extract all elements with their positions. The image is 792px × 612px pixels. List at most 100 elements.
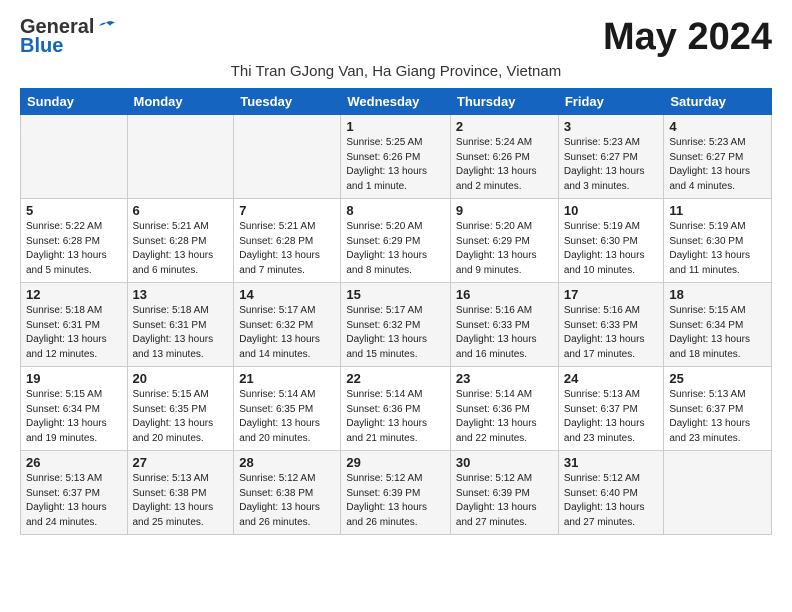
day-number: 6 [133, 203, 229, 218]
calendar-cell: 27 Sunrise: 5:13 AM Sunset: 6:38 PM Dayli… [127, 451, 234, 535]
calendar-cell: 4 Sunrise: 5:23 AM Sunset: 6:27 PM Daylig… [664, 115, 772, 199]
day-number: 27 [133, 455, 229, 470]
day-number: 1 [346, 119, 445, 134]
calendar-cell: 8Sunrise: 5:20 AM Sunset: 6:29 PM Daylig… [341, 199, 451, 283]
day-number: 17 [564, 287, 659, 302]
header-monday: Monday [127, 89, 234, 115]
day-info: Sunrise: 5:14 AM Sunset: 6:35 PM Dayligh… [239, 388, 335, 446]
day-info: Sunrise: 5:18 AM Sunset: 6:31 PM Dayligh… [26, 304, 122, 362]
day-number: 20 [133, 371, 229, 386]
week-row-5: 26 Sunrise: 5:13 AM Sunset: 6:37 PM Dayli… [21, 451, 772, 535]
calendar-cell: 23 Sunrise: 5:14 AM Sunset: 6:36 PM Dayli… [450, 367, 558, 451]
calendar-cell: 1 Sunrise: 5:25 AM Sunset: 6:26 PM Daylig… [341, 115, 451, 199]
day-number: 21 [239, 371, 335, 386]
day-info: Sunrise: 5:16 AM Sunset: 6:33 PM Dayligh… [456, 304, 553, 362]
day-number: 22 [346, 371, 445, 386]
day-info: Sunrise: 5:21 AM Sunset: 6:28 PM Dayligh… [239, 220, 335, 278]
calendar-cell: 20 Sunrise: 5:15 AM Sunset: 6:35 PM Dayli… [127, 367, 234, 451]
day-info: Sunrise: 5:17 AM Sunset: 6:32 PM Dayligh… [239, 304, 335, 362]
day-info: Sunrise: 5:12 AM Sunset: 6:40 PM Dayligh… [564, 472, 659, 530]
header-wednesday: Wednesday [341, 89, 451, 115]
day-number: 14 [239, 287, 335, 302]
header: General Blue May 2024 [20, 16, 772, 59]
header-saturday: Saturday [664, 89, 772, 115]
calendar-cell [664, 451, 772, 535]
day-number: 15 [346, 287, 445, 302]
day-info: Sunrise: 5:17 AM Sunset: 6:32 PM Dayligh… [346, 304, 445, 362]
calendar-cell [127, 115, 234, 199]
day-number: 18 [669, 287, 766, 302]
day-info: Sunrise: 5:25 AM Sunset: 6:26 PM Dayligh… [346, 136, 445, 194]
calendar-cell: 7 Sunrise: 5:21 AM Sunset: 6:28 PM Daylig… [234, 199, 341, 283]
day-number: 29 [346, 455, 445, 470]
calendar-cell: 5Sunrise: 5:22 AM Sunset: 6:28 PM Daylig… [21, 199, 128, 283]
calendar-cell: 6 Sunrise: 5:21 AM Sunset: 6:28 PM Daylig… [127, 199, 234, 283]
day-number: 3 [564, 119, 659, 134]
month-title: May 2024 [603, 16, 772, 59]
calendar-cell: 13Sunrise: 5:18 AM Sunset: 6:31 PM Dayli… [127, 283, 234, 367]
calendar-table: Sunday Monday Tuesday Wednesday Thursday… [20, 88, 772, 535]
day-number: 10 [564, 203, 659, 218]
header-tuesday: Tuesday [234, 89, 341, 115]
day-info: Sunrise: 5:15 AM Sunset: 6:34 PM Dayligh… [26, 388, 122, 446]
day-number: 7 [239, 203, 335, 218]
page: General Blue May 2024 Thi Tran GJong Van… [0, 0, 792, 551]
calendar-cell: 18 Sunrise: 5:15 AM Sunset: 6:34 PM Dayli… [664, 283, 772, 367]
day-number: 28 [239, 455, 335, 470]
day-number: 11 [669, 203, 766, 218]
calendar-cell: 9Sunrise: 5:20 AM Sunset: 6:29 PM Daylig… [450, 199, 558, 283]
calendar-cell: 24Sunrise: 5:13 AM Sunset: 6:37 PM Dayli… [558, 367, 664, 451]
calendar-cell: 30 Sunrise: 5:12 AM Sunset: 6:39 PM Dayli… [450, 451, 558, 535]
week-row-1: 1 Sunrise: 5:25 AM Sunset: 6:26 PM Daylig… [21, 115, 772, 199]
week-row-4: 19 Sunrise: 5:15 AM Sunset: 6:34 PM Dayli… [21, 367, 772, 451]
header-friday: Friday [558, 89, 664, 115]
day-info: Sunrise: 5:23 AM Sunset: 6:27 PM Dayligh… [669, 136, 766, 194]
calendar-cell: 19 Sunrise: 5:15 AM Sunset: 6:34 PM Dayli… [21, 367, 128, 451]
day-number: 12 [26, 287, 122, 302]
day-info: Sunrise: 5:18 AM Sunset: 6:31 PM Dayligh… [133, 304, 229, 362]
day-info: Sunrise: 5:23 AM Sunset: 6:27 PM Dayligh… [564, 136, 659, 194]
day-number: 5 [26, 203, 122, 218]
calendar-cell: 3 Sunrise: 5:23 AM Sunset: 6:27 PM Daylig… [558, 115, 664, 199]
day-info: Sunrise: 5:21 AM Sunset: 6:28 PM Dayligh… [133, 220, 229, 278]
day-info: Sunrise: 5:12 AM Sunset: 6:39 PM Dayligh… [346, 472, 445, 530]
calendar-cell [21, 115, 128, 199]
week-row-2: 5Sunrise: 5:22 AM Sunset: 6:28 PM Daylig… [21, 199, 772, 283]
calendar-cell: 12 Sunrise: 5:18 AM Sunset: 6:31 PM Dayli… [21, 283, 128, 367]
day-number: 30 [456, 455, 553, 470]
calendar-cell: 17 Sunrise: 5:16 AM Sunset: 6:33 PM Dayli… [558, 283, 664, 367]
logo-bird-icon [96, 18, 116, 38]
week-row-3: 12 Sunrise: 5:18 AM Sunset: 6:31 PM Dayli… [21, 283, 772, 367]
day-number: 4 [669, 119, 766, 134]
day-number: 16 [456, 287, 553, 302]
day-number: 19 [26, 371, 122, 386]
header-thursday: Thursday [450, 89, 558, 115]
day-info: Sunrise: 5:15 AM Sunset: 6:35 PM Dayligh… [133, 388, 229, 446]
day-info: Sunrise: 5:19 AM Sunset: 6:30 PM Dayligh… [669, 220, 766, 278]
day-info: Sunrise: 5:20 AM Sunset: 6:29 PM Dayligh… [456, 220, 553, 278]
day-info: Sunrise: 5:12 AM Sunset: 6:38 PM Dayligh… [239, 472, 335, 530]
day-info: Sunrise: 5:15 AM Sunset: 6:34 PM Dayligh… [669, 304, 766, 362]
calendar-cell: 26 Sunrise: 5:13 AM Sunset: 6:37 PM Dayli… [21, 451, 128, 535]
day-info: Sunrise: 5:19 AM Sunset: 6:30 PM Dayligh… [564, 220, 659, 278]
logo-blue: Blue [20, 35, 63, 58]
day-number: 8 [346, 203, 445, 218]
day-info: Sunrise: 5:13 AM Sunset: 6:37 PM Dayligh… [26, 472, 122, 530]
calendar-cell: 11 Sunrise: 5:19 AM Sunset: 6:30 PM Dayli… [664, 199, 772, 283]
day-info: Sunrise: 5:13 AM Sunset: 6:37 PM Dayligh… [564, 388, 659, 446]
calendar-cell: 16 Sunrise: 5:16 AM Sunset: 6:33 PM Dayli… [450, 283, 558, 367]
day-number: 26 [26, 455, 122, 470]
day-info: Sunrise: 5:13 AM Sunset: 6:38 PM Dayligh… [133, 472, 229, 530]
day-info: Sunrise: 5:14 AM Sunset: 6:36 PM Dayligh… [456, 388, 553, 446]
day-info: Sunrise: 5:13 AM Sunset: 6:37 PM Dayligh… [669, 388, 766, 446]
day-info: Sunrise: 5:12 AM Sunset: 6:39 PM Dayligh… [456, 472, 553, 530]
calendar-cell: 2Sunrise: 5:24 AM Sunset: 6:26 PM Daylig… [450, 115, 558, 199]
calendar-cell [234, 115, 341, 199]
subtitle: Thi Tran GJong Van, Ha Giang Province, V… [20, 63, 772, 80]
calendar-cell: 28 Sunrise: 5:12 AM Sunset: 6:38 PM Dayli… [234, 451, 341, 535]
day-number: 31 [564, 455, 659, 470]
calendar-cell: 21 Sunrise: 5:14 AM Sunset: 6:35 PM Dayli… [234, 367, 341, 451]
logo: General Blue [20, 16, 116, 58]
day-number: 23 [456, 371, 553, 386]
day-info: Sunrise: 5:16 AM Sunset: 6:33 PM Dayligh… [564, 304, 659, 362]
